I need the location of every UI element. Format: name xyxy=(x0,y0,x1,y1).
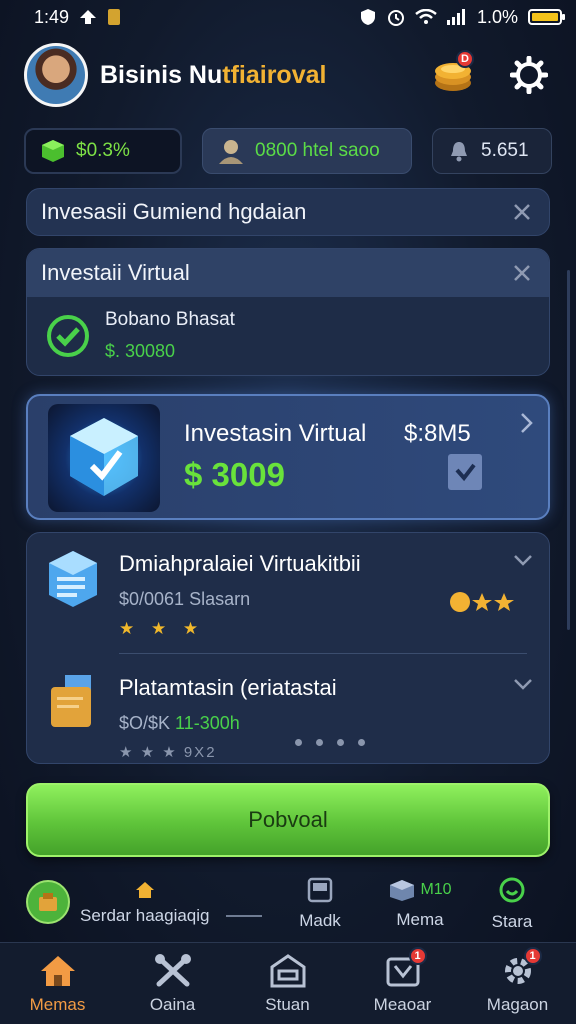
upload-icon xyxy=(80,10,97,24)
app-header: Bisinis Nutfiairoval D xyxy=(0,38,576,112)
list-item[interactable]: Dmiahpralaiei Virtuakitbii $0/0061 Slasa… xyxy=(27,533,551,643)
store-icon xyxy=(268,953,308,989)
featured-investment-card[interactable]: Investasin Virtual $:8M5 $ 3009 xyxy=(26,394,550,520)
balance-stat[interactable]: $0.3% xyxy=(24,128,182,174)
profile-value: 0800 htel saoo xyxy=(255,140,380,161)
wifi-icon xyxy=(415,9,437,24)
cart-badge: D xyxy=(456,50,474,68)
refresh-circle-icon xyxy=(499,877,525,903)
investment-notice-title: Investaii Virtual xyxy=(41,260,190,285)
basket-icon[interactable] xyxy=(26,880,70,924)
data-cube-icon xyxy=(45,547,101,611)
investor-name: Bobano Bhasat xyxy=(105,309,235,330)
battery-percent: 1.0% xyxy=(476,6,518,27)
gear-icon xyxy=(510,56,548,94)
settings-badge: 1 xyxy=(523,947,542,965)
tab-home[interactable]: Memas xyxy=(0,943,115,1024)
shield-icon xyxy=(360,9,375,25)
document-folder-icon xyxy=(45,671,101,735)
featured-amount: $ 3009 xyxy=(184,456,285,493)
cart-button[interactable]: D xyxy=(430,50,476,98)
primary-action-button[interactable]: Pobvoal xyxy=(26,783,550,857)
settings-button[interactable] xyxy=(506,52,552,98)
home-icon xyxy=(38,953,78,989)
notice-text: Invesasii Gumiend hgdaian xyxy=(41,199,307,224)
subnav-item-madk[interactable]: Madk xyxy=(288,868,352,940)
status-bar: 1:49 1.0% xyxy=(0,0,576,34)
chevron-down-icon[interactable] xyxy=(513,553,533,572)
scrollbar[interactable] xyxy=(567,270,570,630)
close-icon[interactable] xyxy=(509,260,535,286)
list-item[interactable]: Platamtasin (eriatastai $O/$K 11-300h ★ … xyxy=(27,657,551,767)
chevron-right-icon[interactable] xyxy=(520,412,534,439)
notification-icon xyxy=(108,9,121,25)
coin-stars-icon xyxy=(449,591,515,618)
gear-icon: 1 xyxy=(498,947,542,989)
app-title: Bisinis Nutfiairoval xyxy=(100,60,327,89)
list-item-title: Platamtasin (eriatastai xyxy=(119,675,337,700)
messages-badge: 1 xyxy=(408,947,427,965)
status-time: 1:49 xyxy=(34,6,70,27)
user-icon xyxy=(219,140,243,164)
tablet-icon xyxy=(307,877,333,903)
stats-bar: $0.3% 0800 htel saoo 5.651 xyxy=(24,128,552,174)
chevron-down-icon[interactable] xyxy=(513,677,533,696)
bell-icon xyxy=(451,142,467,162)
cash-cube-icon xyxy=(42,140,64,162)
tab-messages[interactable]: 1 Meaoar xyxy=(345,943,460,1024)
notice-banner[interactable]: Invesasii Gumiend hgdaian xyxy=(26,188,550,236)
alerts-value: 5.651 xyxy=(481,140,529,161)
avatar[interactable] xyxy=(24,43,88,107)
subnav-item-stara[interactable]: Stara xyxy=(480,868,544,940)
divider xyxy=(119,653,527,654)
home-small-icon xyxy=(136,882,154,898)
investment-list: Dmiahpralaiei Virtuakitbii $0/0061 Slasa… xyxy=(26,532,550,764)
rating-stars: ★ ★ ★ 9X2 xyxy=(119,744,217,761)
featured-title: Investasin Virtual xyxy=(184,420,367,447)
balance-value: $0.3% xyxy=(76,140,130,161)
tab-settings[interactable]: 1 Magaon xyxy=(460,943,575,1024)
inbox-icon: 1 xyxy=(383,947,427,989)
rating-stars: ★ ★ ★ xyxy=(119,619,205,638)
alarm-icon xyxy=(387,10,404,26)
box-icon xyxy=(390,880,415,901)
list-item-sub: $O/$K 11-300h xyxy=(119,713,240,733)
tab-store[interactable]: Stuan xyxy=(230,943,345,1024)
battery-icon xyxy=(528,9,565,25)
investor-value: $. 30080 xyxy=(105,341,176,361)
secondary-nav: Serdar haagiaqig Madk M10 Mema Stara xyxy=(0,868,576,940)
crystal-cube-image xyxy=(48,404,160,512)
subnav-item-primary[interactable]: Serdar haagiaqig xyxy=(80,906,209,926)
list-item-title: Dmiahpralaiei Virtuakitbii xyxy=(119,551,361,576)
close-icon[interactable] xyxy=(509,199,535,225)
crossed-tools-icon xyxy=(153,953,193,989)
bottom-tab-bar: Memas Oaina Stuan 1 Meaoar 1 Magaon xyxy=(0,942,576,1024)
profile-stat[interactable]: 0800 htel saoo xyxy=(202,128,412,174)
page-indicator[interactable] xyxy=(295,739,365,746)
checkbox-icon[interactable] xyxy=(448,454,482,490)
list-item-sub: $0/0061 Slasarn xyxy=(119,589,251,609)
subnav-item-mema[interactable]: M10 Mema xyxy=(380,868,460,940)
check-circle-icon xyxy=(47,314,89,357)
featured-price: $:8M5 xyxy=(404,420,471,447)
signal-icon xyxy=(446,9,465,25)
tab-tools[interactable]: Oaina xyxy=(115,943,230,1024)
alerts-stat[interactable]: 5.651 xyxy=(432,128,552,174)
investment-notice-card[interactable]: Investaii Virtual Bobano Bhasat $. 30080 xyxy=(26,248,550,376)
